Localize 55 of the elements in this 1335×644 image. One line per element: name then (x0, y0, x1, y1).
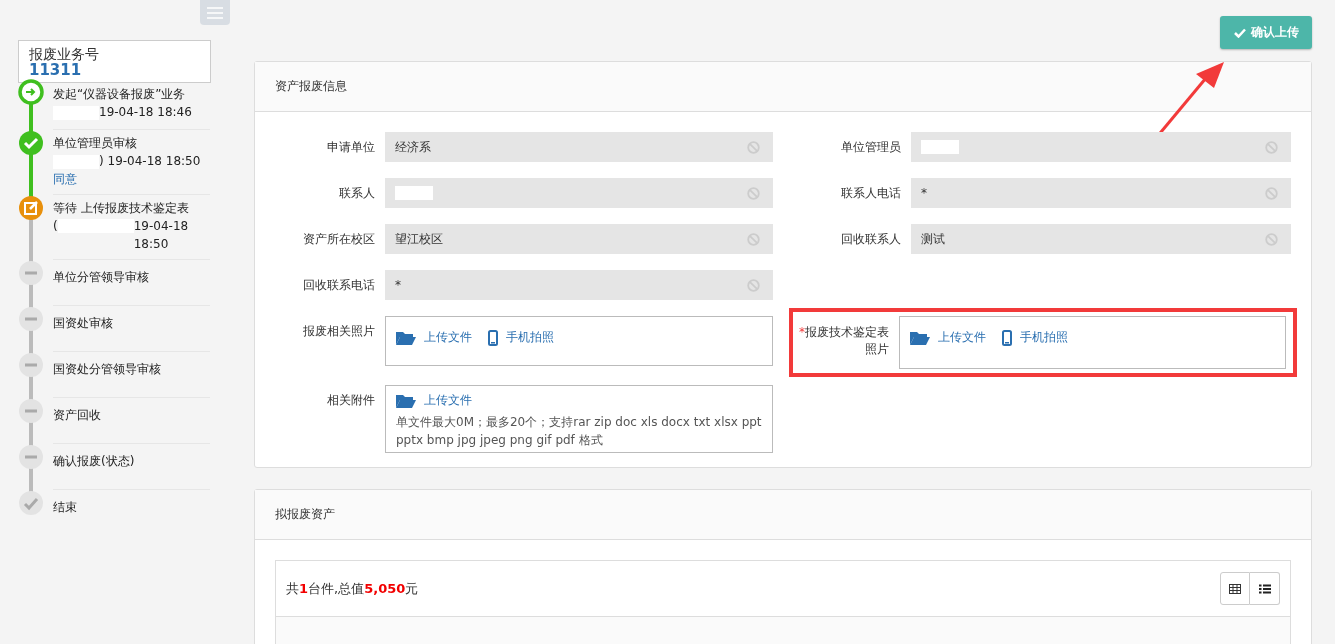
disabled-icon (1265, 232, 1278, 246)
phone-icon (488, 329, 498, 346)
panel-title: 拟报废资产 (255, 490, 1311, 540)
step-title: 发起“仪器设备报废”业务 (53, 86, 187, 103)
list-icon (1258, 583, 1271, 594)
phone-photo-link[interactable]: 手机拍照 (1002, 329, 1068, 346)
step-detail-prefix: ( (53, 219, 58, 233)
disabled-icon (747, 140, 760, 154)
disabled-icon (747, 186, 760, 200)
field-label: 相关附件 (327, 393, 375, 407)
asset-summary: 共1台件,总值5,050元 (286, 579, 419, 598)
step-time: ) 19-04-18 18:50 (99, 154, 201, 168)
field-label: 联系人 (339, 186, 375, 200)
disabled-icon (1265, 140, 1278, 154)
folder-icon (396, 329, 416, 346)
case-number-label: 报废业务号 (29, 47, 100, 62)
panel-title: 资产报废信息 (255, 62, 1311, 112)
folder-icon (396, 392, 416, 409)
upload-file-link[interactable]: 上传文件 (396, 329, 472, 346)
field-label: 报废相关照片 (303, 324, 375, 338)
step-title: 国资处审核 (53, 315, 114, 332)
field-label: 申请单位 (327, 140, 375, 154)
step-title: 资产回收 (53, 407, 102, 424)
step-title: 单位分管领导审核 (53, 269, 150, 286)
field-label: 报废技术鉴定表照片 (805, 325, 889, 356)
check-icon (1233, 27, 1246, 38)
field-label: 单位管理员 (841, 140, 901, 154)
phone-icon (1002, 329, 1012, 346)
step-title: 确认报废(状态) (53, 453, 136, 470)
step-title: 结束 (53, 499, 78, 516)
upload-file-link[interactable]: 上传文件 (910, 329, 986, 346)
step-time: 19-04-18 18:46 (99, 105, 192, 119)
step-title: 等待 上传报废技术鉴定表 (53, 200, 190, 217)
menu-icon (207, 6, 223, 19)
field-label: 联系人电话 (841, 186, 901, 200)
step-title: 国资处分管领导审核 (53, 361, 162, 378)
disabled-icon (747, 278, 760, 292)
field-label: 资产所在校区 (303, 232, 375, 246)
case-number: 11311 (29, 62, 83, 78)
field-label: 回收联系电话 (303, 278, 375, 292)
required-mark: * (799, 325, 805, 339)
upload-file-link[interactable]: 上传文件 (396, 392, 472, 409)
step-result: 同意 (53, 172, 77, 186)
step-title: 单位管理员审核 (53, 135, 138, 152)
list-view-button[interactable] (1250, 572, 1280, 605)
disabled-icon (1265, 186, 1278, 200)
phone-photo-link[interactable]: 手机拍照 (488, 329, 554, 346)
disabled-icon (747, 232, 760, 246)
upload-hint: 单文件最大0M；最多20个；支持rar zip doc xls docx txt xlsx ppt pptx bmp jpg jpeg png gif pdf 格式 (396, 414, 762, 449)
grid-icon (1229, 583, 1241, 594)
step-time: 19-04-18 18:50 (133, 218, 190, 253)
menu-button[interactable] (200, 0, 230, 25)
field-label: 回收联系人 (841, 232, 901, 246)
folder-icon (910, 329, 930, 346)
grid-view-button[interactable] (1220, 572, 1250, 605)
